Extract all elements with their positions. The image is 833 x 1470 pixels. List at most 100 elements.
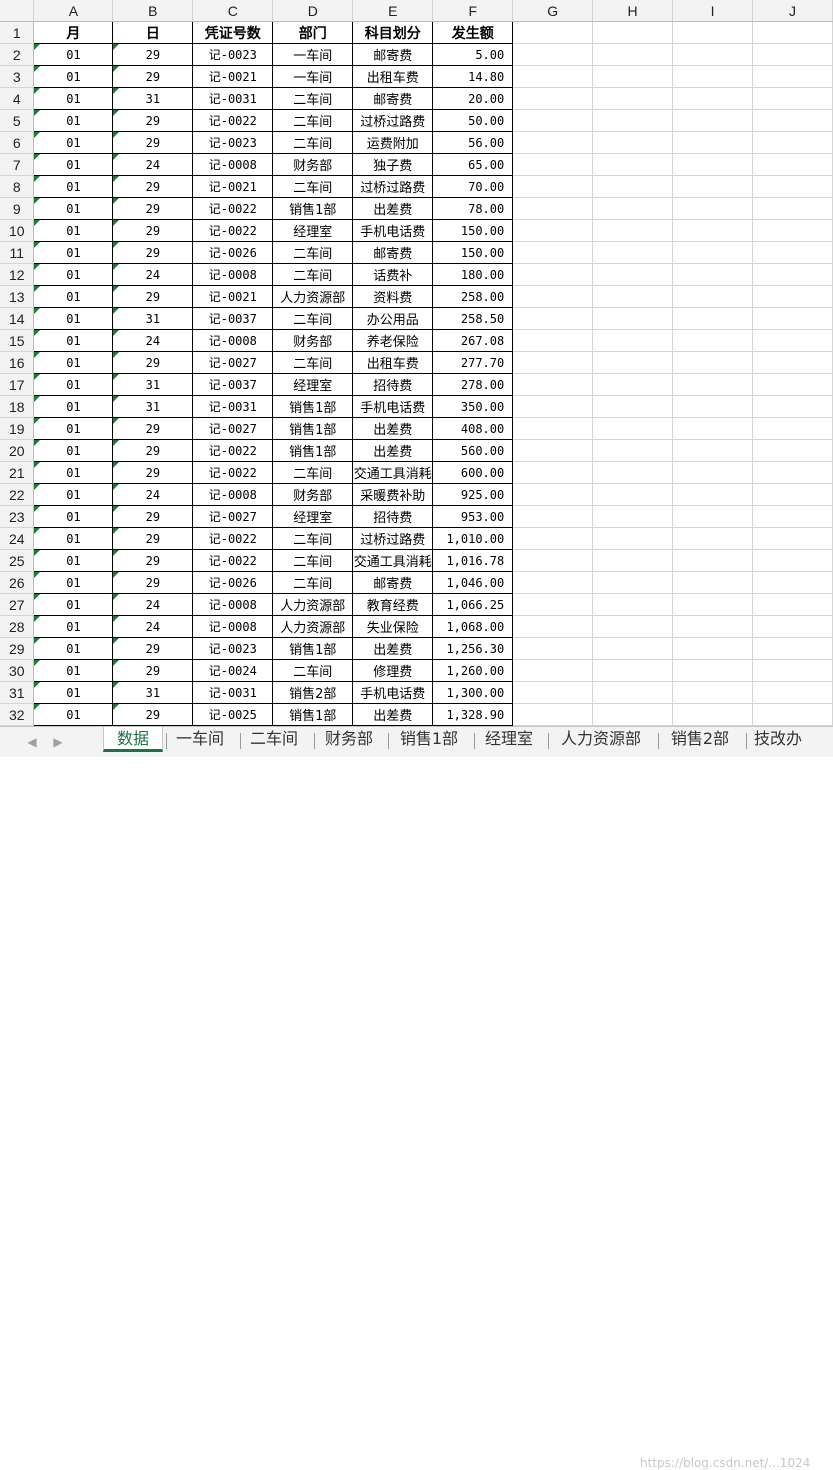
scroll-tabs-left-icon[interactable]: ◀ [24, 733, 40, 751]
cell[interactable]: 二车间 [272, 307, 354, 330]
empty-cell[interactable] [512, 87, 594, 110]
cell[interactable]: 邮寄费 [352, 241, 434, 264]
empty-cell[interactable] [672, 351, 753, 374]
empty-cell[interactable] [592, 637, 674, 660]
empty-cell[interactable] [512, 351, 594, 374]
cell[interactable]: 出差费 [352, 439, 434, 462]
empty-cell[interactable] [512, 571, 594, 594]
row-header-3[interactable]: 3 [0, 65, 35, 88]
empty-cell[interactable] [672, 527, 753, 550]
row-header-29[interactable]: 29 [0, 637, 35, 660]
cell[interactable]: 01 [33, 351, 114, 374]
cell[interactable]: 二车间 [272, 109, 354, 132]
empty-cell[interactable] [672, 131, 753, 154]
cell[interactable]: 记-0008 [192, 153, 274, 176]
cell[interactable]: 记-0008 [192, 615, 274, 638]
row-header-12[interactable]: 12 [0, 263, 35, 286]
cell[interactable]: 手机电话费 [352, 395, 434, 418]
empty-cell[interactable] [752, 285, 833, 308]
empty-cell[interactable] [512, 43, 594, 66]
cell[interactable]: 记-0021 [192, 65, 274, 88]
cell[interactable]: 01 [33, 681, 114, 704]
row-header-23[interactable]: 23 [0, 505, 35, 528]
empty-cell[interactable] [512, 681, 594, 704]
cell[interactable]: 销售2部 [272, 681, 354, 704]
cell[interactable]: 记-0008 [192, 593, 274, 616]
row-header-5[interactable]: 5 [0, 109, 35, 132]
column-header-b[interactable]: B [112, 0, 194, 22]
empty-cell[interactable] [752, 461, 833, 484]
empty-cell[interactable] [512, 65, 594, 88]
empty-cell[interactable] [592, 197, 674, 220]
cell[interactable]: 01 [33, 109, 114, 132]
cell[interactable]: 29 [112, 197, 194, 220]
cell[interactable]: 258.00 [432, 285, 514, 308]
cell[interactable]: 29 [112, 241, 194, 264]
sheet-tab[interactable]: 一车间 [168, 727, 232, 752]
row-header-31[interactable]: 31 [0, 681, 35, 704]
empty-cell[interactable] [512, 483, 594, 506]
empty-cell[interactable] [752, 373, 833, 396]
empty-cell[interactable] [752, 87, 833, 110]
empty-cell[interactable] [592, 131, 674, 154]
row-header-21[interactable]: 21 [0, 461, 35, 484]
cell[interactable]: 一车间 [272, 65, 354, 88]
sheet-tab[interactable]: 财务部 [316, 727, 382, 752]
sheet-tab[interactable]: 人力资源部 [550, 727, 652, 752]
cell[interactable]: 925.00 [432, 483, 514, 506]
cell[interactable]: 出差费 [352, 197, 434, 220]
cell[interactable]: 教育经费 [352, 593, 434, 616]
row-header-16[interactable]: 16 [0, 351, 35, 374]
cell[interactable]: 953.00 [432, 505, 514, 528]
empty-cell[interactable] [592, 681, 674, 704]
cell[interactable]: 记-0022 [192, 439, 274, 462]
empty-cell[interactable] [512, 175, 594, 198]
empty-cell[interactable] [672, 65, 753, 88]
cell[interactable]: 01 [33, 549, 114, 572]
empty-cell[interactable] [592, 263, 674, 286]
cell[interactable]: 独子费 [352, 153, 434, 176]
empty-cell[interactable] [512, 219, 594, 242]
cell[interactable]: 01 [33, 43, 114, 66]
empty-cell[interactable] [752, 527, 833, 550]
cell[interactable]: 记-0022 [192, 527, 274, 550]
cell[interactable]: 手机电话费 [352, 219, 434, 242]
cell[interactable]: 经理室 [272, 219, 354, 242]
cell[interactable]: 01 [33, 395, 114, 418]
empty-cell[interactable] [752, 505, 833, 528]
cell[interactable]: 01 [33, 153, 114, 176]
cell[interactable]: 1,046.00 [432, 571, 514, 594]
cell[interactable]: 记-0022 [192, 219, 274, 242]
cell[interactable]: 01 [33, 615, 114, 638]
header-cell[interactable]: 月 [33, 21, 114, 44]
cell[interactable]: 记-0027 [192, 417, 274, 440]
cell[interactable]: 29 [112, 131, 194, 154]
cell[interactable]: 01 [33, 65, 114, 88]
empty-cell[interactable] [512, 21, 594, 44]
cell[interactable]: 记-0021 [192, 175, 274, 198]
cell[interactable]: 180.00 [432, 263, 514, 286]
cell[interactable]: 24 [112, 153, 194, 176]
cell[interactable]: 失业保险 [352, 615, 434, 638]
empty-cell[interactable] [752, 329, 833, 352]
empty-cell[interactable] [512, 285, 594, 308]
cell[interactable]: 29 [112, 505, 194, 528]
row-header-27[interactable]: 27 [0, 593, 35, 616]
cell[interactable]: 01 [33, 659, 114, 682]
cell[interactable]: 记-0022 [192, 461, 274, 484]
cell[interactable]: 01 [33, 175, 114, 198]
sheet-tab[interactable]: 数据 [103, 727, 163, 752]
empty-cell[interactable] [672, 417, 753, 440]
empty-cell[interactable] [512, 241, 594, 264]
empty-cell[interactable] [592, 373, 674, 396]
empty-cell[interactable] [592, 439, 674, 462]
empty-cell[interactable] [592, 241, 674, 264]
column-header-i[interactable]: I [672, 0, 753, 22]
empty-cell[interactable] [752, 615, 833, 638]
cell[interactable]: 销售1部 [272, 197, 354, 220]
header-cell[interactable]: 科目划分 [352, 21, 434, 44]
cell[interactable]: 人力资源部 [272, 615, 354, 638]
cell[interactable]: 1,010.00 [432, 527, 514, 550]
empty-cell[interactable] [752, 417, 833, 440]
cell[interactable]: 邮寄费 [352, 571, 434, 594]
